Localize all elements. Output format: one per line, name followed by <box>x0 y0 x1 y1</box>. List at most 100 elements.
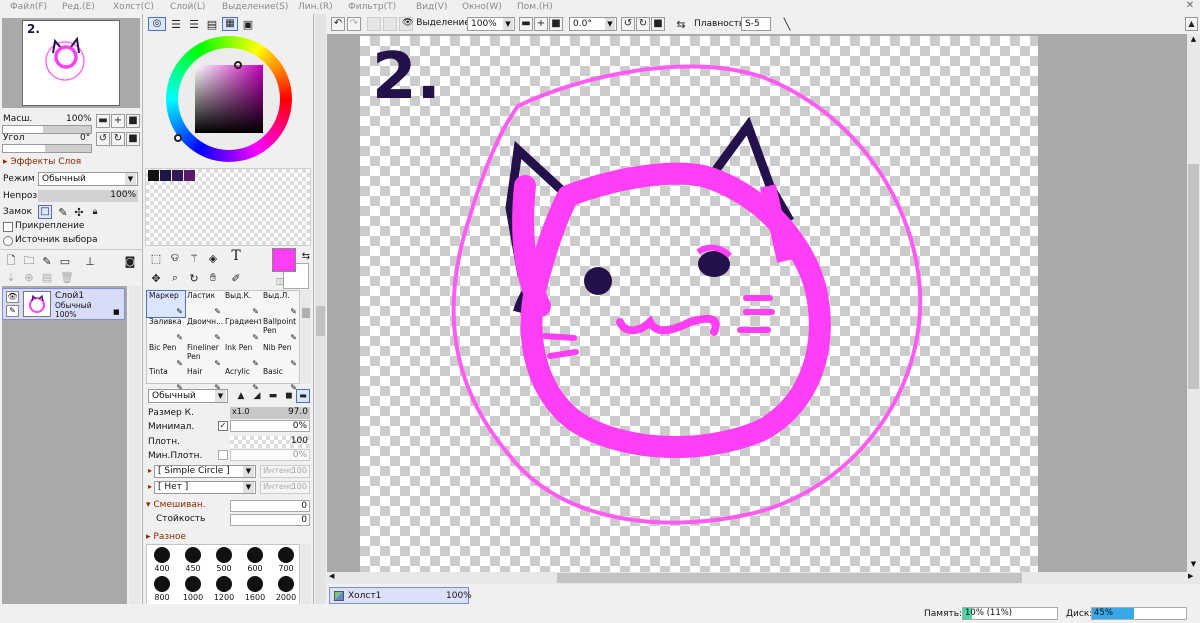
brush-grid-scrollbar[interactable] <box>301 290 311 384</box>
scroll-up-arrow-icon[interactable]: ▲ <box>1188 35 1199 45</box>
menu-selection[interactable]: Выделение(S) <box>222 2 288 12</box>
scratchpad-tab-icon[interactable]: ▣ <box>240 16 256 32</box>
brush-tool[interactable]: Выд.К. ✎ <box>223 291 261 317</box>
persistence-slider[interactable]: 0 <box>230 514 310 526</box>
color-wheel[interactable] <box>166 36 292 162</box>
min-density-slider[interactable]: 0% <box>230 449 310 461</box>
brush-tool[interactable]: Nib Pen ✎ <box>261 343 299 369</box>
swatch-3[interactable] <box>172 170 183 181</box>
menu-file[interactable]: Файл(F) <box>10 2 47 12</box>
eyedropper-icon[interactable]: ✐ <box>228 270 244 286</box>
presets-scrollbar[interactable] <box>301 544 311 606</box>
swatch-4[interactable] <box>184 170 195 181</box>
canvas-rotate-left-button[interactable]: ↺ <box>621 17 635 31</box>
new-layer-icon[interactable]: 🗋︎ <box>3 253 19 269</box>
texture-intensity-slider[interactable]: Интенс 100 <box>260 481 310 494</box>
layer-row[interactable]: 👁︎ ✎ Слой1 Обычный 100% ■ <box>2 288 125 320</box>
eye-icon[interactable]: 👁︎ <box>6 291 19 303</box>
layer-effects-header[interactable]: ▸ Эффекты Слоя <box>3 157 81 167</box>
canvas-vertical-scrollbar[interactable]: ▲ ▼ <box>1187 34 1200 572</box>
new-vector-layer-icon[interactable]: ✎ <box>39 253 55 269</box>
canvas-angle-select[interactable]: 0.0° ▼ <box>569 17 617 31</box>
mixing-header[interactable]: ▾ Смешиван. <box>146 500 206 510</box>
deselect-button[interactable] <box>367 17 381 31</box>
color-wheel-tab[interactable]: ◎ <box>148 17 166 31</box>
transfer-down-icon[interactable]: ⇣ <box>3 269 19 285</box>
flip-horizontal-icon[interactable]: ⇆ <box>673 16 689 32</box>
pen-icon[interactable]: ✎ <box>6 305 19 317</box>
menu-filter[interactable]: Фильтр(T) <box>348 2 396 12</box>
canvas-viewport[interactable]: 2. <box>327 34 1187 572</box>
brush-tool[interactable]: Двоичн... ✎ <box>185 317 223 343</box>
window-close-button[interactable]: ✕ <box>1180 0 1200 12</box>
edge-round-icon[interactable]: ◼ <box>281 388 297 404</box>
brush-blend-select[interactable]: Обычный ▼ <box>148 389 228 403</box>
magic-wand-icon[interactable]: ⚚ <box>186 250 202 266</box>
scroll-left-arrow-icon[interactable]: ◀ <box>329 572 339 584</box>
brush-tool[interactable]: Fineliner Pen ✎ <box>185 343 223 369</box>
saturation-value-square[interactable] <box>195 65 263 133</box>
canvas-zoom-out-button[interactable]: ▬ <box>519 17 533 31</box>
swatch-1[interactable] <box>148 170 159 181</box>
move-icon[interactable]: ✥ <box>148 270 164 286</box>
panel-scrollbar[interactable] <box>315 14 326 610</box>
brush-tool[interactable]: Ластик ✎ <box>185 291 223 317</box>
edge-soft-icon[interactable]: ▬ <box>265 388 281 404</box>
bucket-icon[interactable]: ◈ <box>205 250 221 266</box>
clipping-checkbox[interactable] <box>3 222 13 232</box>
brush-size-preset-dot[interactable] <box>185 576 201 592</box>
min-density-checkbox[interactable] <box>218 450 228 460</box>
min-size-checkbox[interactable]: ✓ <box>218 421 228 431</box>
brush-tool[interactable]: Выд.Л. ✎ <box>261 291 299 317</box>
min-size-slider[interactable]: 0% <box>230 420 310 432</box>
menu-ruler[interactable]: Лин.(R) <box>298 2 333 12</box>
navigator-viewport[interactable]: 2. <box>22 20 120 106</box>
toolbar-collapse-button[interactable]: ▲ <box>1185 17 1198 31</box>
canvas-horizontal-scrollbar[interactable]: ◀ ▶ <box>327 572 1200 584</box>
rotate-reset-button[interactable]: ■ <box>126 132 140 146</box>
canvas-rotate-right-button[interactable]: ↻ <box>636 17 650 31</box>
brush-size-preset-dot[interactable] <box>154 576 170 592</box>
zoom-out-button[interactable]: ▬ <box>96 114 110 128</box>
opacity-slider[interactable]: 100% <box>38 190 138 202</box>
scrollbar-thumb[interactable] <box>316 306 325 336</box>
hsv-slider-tab-icon[interactable]: ☰ <box>186 16 202 32</box>
brush-shape-select[interactable]: [ Simple Circle ] ▼ <box>154 465 256 478</box>
edge-hard-icon[interactable]: ▲ <box>233 388 249 404</box>
brush-texture-select[interactable]: [ Нет ] ▼ <box>154 481 256 494</box>
stabilizer-select[interactable]: S-5 <box>741 17 771 31</box>
brush-size-preset-dot[interactable] <box>278 576 294 592</box>
zoom-in-button[interactable]: + <box>111 114 125 128</box>
swatch-2[interactable] <box>160 170 171 181</box>
menu-edit[interactable]: Ред.(E) <box>62 2 95 12</box>
color-set-tab-icon[interactable]: ▤ <box>204 16 220 32</box>
zoom-reset-button[interactable]: ■ <box>126 114 140 128</box>
primary-color[interactable] <box>272 248 296 272</box>
selection-toggle[interactable]: 👁︎ Выделение <box>402 18 472 32</box>
shape-intensity-slider[interactable]: Интенс 100 <box>260 465 310 478</box>
brush-size-preset-dot[interactable] <box>216 576 232 592</box>
clear-layer-icon[interactable]: ▤ <box>39 269 55 285</box>
brush-tool[interactable]: Ballpoint Pen ✎ <box>261 317 299 343</box>
menu-view[interactable]: Вид(V) <box>416 2 447 12</box>
lock-move-icon[interactable]: ✣ <box>71 204 87 220</box>
edge-flat-button[interactable]: ▬ <box>296 389 310 403</box>
brush-size-preset-dot[interactable] <box>216 547 232 563</box>
angle-slider[interactable] <box>2 144 92 153</box>
delete-layer-icon[interactable]: 🗑︎ <box>59 269 75 285</box>
brush-size-preset-dot[interactable] <box>247 576 263 592</box>
scrollbar-thumb[interactable] <box>302 308 310 318</box>
new-folder-icon[interactable]: 🗀︎ <box>21 253 37 269</box>
menu-help[interactable]: Пом.(H) <box>517 2 553 12</box>
edge-medium-icon[interactable]: ◢ <box>249 388 265 404</box>
swatch-tab[interactable]: ▦ <box>222 17 238 31</box>
layer-mask-icon[interactable]: ◙ <box>122 253 138 269</box>
scrollbar-thumb[interactable] <box>1188 164 1199 389</box>
hand-icon[interactable]: ✋︎ <box>205 270 221 286</box>
invert-selection-button[interactable] <box>383 17 397 31</box>
brush-size-preset-dot[interactable] <box>154 547 170 563</box>
rotate-right-button[interactable]: ↻ <box>111 132 125 146</box>
zoom-tool-icon[interactable]: ⌕ <box>167 270 183 286</box>
brush-tool[interactable]: Заливка ✎ <box>147 317 185 343</box>
brush-tool[interactable]: Маркер ✎ <box>146 290 186 318</box>
